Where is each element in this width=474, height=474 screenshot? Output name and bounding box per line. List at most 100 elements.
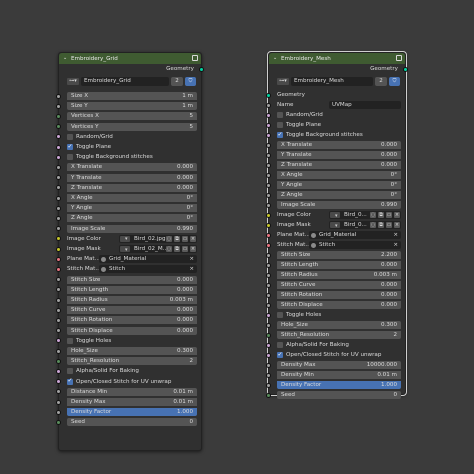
value-field[interactable]: Z Translate 0.000	[67, 183, 197, 192]
value-field[interactable]: Stitch Length 0.000	[67, 285, 197, 294]
input-socket[interactable]	[266, 192, 271, 198]
value-field[interactable]: Y Translate 0.000	[277, 151, 401, 159]
duplicate-icon[interactable]: ⧉	[378, 212, 384, 218]
value-field[interactable]: Image Scale 0.990	[67, 224, 197, 233]
value-field[interactable]: Size Y 1 m	[67, 102, 197, 111]
close-icon[interactable]: ×	[189, 265, 194, 273]
value-field[interactable]: Stitch_Resolution 2	[67, 357, 197, 366]
input-socket[interactable]	[266, 242, 271, 248]
value-field[interactable]: Density Max 0.01 m	[67, 398, 197, 406]
value-field[interactable]: Image Scale 0.990	[277, 201, 401, 209]
shield-icon[interactable]: ◌	[370, 222, 376, 228]
material-selector[interactable]: Stitch ×	[99, 265, 197, 274]
value-field[interactable]: Stitch Displace 0.000	[67, 326, 197, 335]
input-socket[interactable]	[266, 102, 271, 108]
image-selector[interactable]: Bird_0...◌⧉▭×	[329, 211, 401, 221]
input-socket[interactable]	[266, 362, 271, 368]
value-field[interactable]: Size X 1 m	[67, 92, 197, 100]
value-field[interactable]: Vertices X 5	[67, 112, 197, 121]
value-field[interactable]: Stitch Radius 0.003 m	[277, 271, 401, 279]
value-field[interactable]: Z Angle 0°	[277, 191, 401, 199]
shield-icon[interactable]: ◌	[166, 235, 172, 242]
input-socket[interactable]	[266, 122, 271, 128]
value-field[interactable]: Stitch Length 0.000	[277, 261, 401, 269]
close-icon[interactable]: ×	[393, 231, 398, 239]
input-socket[interactable]	[266, 292, 271, 298]
input-socket[interactable]	[56, 297, 61, 303]
input-socket[interactable]	[56, 409, 61, 415]
input-socket[interactable]	[56, 277, 61, 283]
input-socket[interactable]	[266, 312, 271, 318]
input-socket[interactable]	[56, 389, 61, 395]
node-header[interactable]: ⌄ Embroidery_Grid	[59, 53, 201, 64]
input-socket[interactable]	[56, 164, 61, 170]
value-field[interactable]: Vertices Y 5	[67, 122, 197, 131]
image-selector[interactable]: Bird_02.jpg◌⧉▭×	[119, 234, 197, 244]
shield-icon[interactable]: ⛉	[389, 77, 400, 86]
input-socket[interactable]	[56, 175, 61, 181]
value-field[interactable]: Stitch Curve 0.000	[277, 281, 401, 289]
value-field[interactable]: Stitch_Resolution 2	[277, 331, 401, 339]
value-field[interactable]: Seed 0	[67, 418, 197, 427]
input-socket[interactable]	[266, 142, 271, 148]
input-socket[interactable]	[56, 379, 61, 385]
checkbox[interactable]	[67, 368, 73, 375]
value-field[interactable]: X Translate 0.000	[277, 141, 401, 149]
value-field[interactable]: Distance Min 0.01 m	[67, 387, 197, 396]
input-socket[interactable]	[266, 172, 271, 178]
input-socket[interactable]	[56, 328, 61, 334]
value-field[interactable]: Stitch Size 0.000	[67, 275, 197, 284]
group-users-count[interactable]: 2	[171, 77, 183, 86]
input-socket[interactable]	[56, 317, 61, 323]
value-field[interactable]: Hole_Size 0.300	[277, 321, 401, 329]
checkbox[interactable]	[277, 350, 283, 360]
geometry-output-socket[interactable]	[199, 66, 204, 72]
input-socket[interactable]	[56, 266, 61, 272]
checkbox[interactable]	[277, 130, 283, 140]
value-field[interactable]: Y Angle 0°	[277, 181, 401, 189]
folder-icon[interactable]: ▭	[386, 212, 392, 218]
input-socket[interactable]	[56, 307, 61, 313]
input-socket[interactable]	[56, 154, 61, 160]
image-browse-icon[interactable]	[120, 245, 130, 255]
value-field[interactable]: Y Translate 0.000	[67, 173, 197, 182]
close-icon[interactable]: ×	[393, 241, 398, 249]
input-socket[interactable]	[56, 144, 61, 150]
image-browse-icon[interactable]	[330, 221, 340, 231]
value-field[interactable]: Density Factor 1.000	[277, 381, 401, 389]
close-icon[interactable]: ×	[394, 212, 400, 218]
value-field[interactable]: Density Factor 1.000	[67, 408, 197, 417]
input-socket[interactable]	[56, 348, 61, 354]
embroidery-grid-node[interactable]: ⌄ Embroidery_Grid Geometry ⊶▾ Embroidery…	[56, 52, 204, 451]
input-socket[interactable]	[56, 368, 61, 374]
input-socket[interactable]	[266, 352, 271, 358]
checkbox[interactable]	[277, 342, 283, 348]
close-icon[interactable]: ×	[190, 246, 196, 252]
close-icon[interactable]: ×	[190, 235, 196, 242]
value-field[interactable]: X Translate 0.000	[67, 163, 197, 172]
value-field[interactable]: Hole_Size 0.300	[67, 347, 197, 355]
input-socket[interactable]	[266, 332, 271, 338]
input-socket[interactable]	[266, 222, 271, 228]
embroidery-mesh-node[interactable]: ⌄ Embroidery_Mesh Geometry ⊶▾ Embroidery…	[266, 51, 408, 399]
input-socket[interactable]	[266, 272, 271, 278]
value-field[interactable]: Stitch Radius 0.003 m	[67, 296, 197, 304]
value-field[interactable]: Stitch Rotation 0.000	[277, 291, 401, 299]
value-field[interactable]: Z Angle 0°	[67, 214, 197, 223]
input-socket[interactable]	[56, 287, 61, 293]
input-socket[interactable]	[266, 262, 271, 268]
group-name-field[interactable]: Embroidery_Mesh	[291, 77, 373, 86]
duplicate-icon[interactable]: ⧉	[378, 222, 384, 228]
name-field[interactable]: UVMap	[329, 101, 401, 109]
value-field[interactable]: Density Min 0.01 m	[277, 371, 401, 379]
checkbox[interactable]	[67, 142, 73, 152]
material-selector[interactable]: Grid_Material ×	[99, 255, 197, 264]
input-socket[interactable]	[266, 92, 271, 98]
checkbox[interactable]	[277, 312, 283, 318]
shield-icon[interactable]: ◌	[166, 246, 172, 252]
geometry-output-socket[interactable]	[403, 66, 408, 72]
chevron-down-icon[interactable]: ⌄	[273, 55, 277, 61]
checkbox[interactable]	[67, 376, 73, 386]
value-field[interactable]: Stitch Size 2.200	[277, 251, 401, 259]
input-socket[interactable]	[266, 342, 271, 348]
